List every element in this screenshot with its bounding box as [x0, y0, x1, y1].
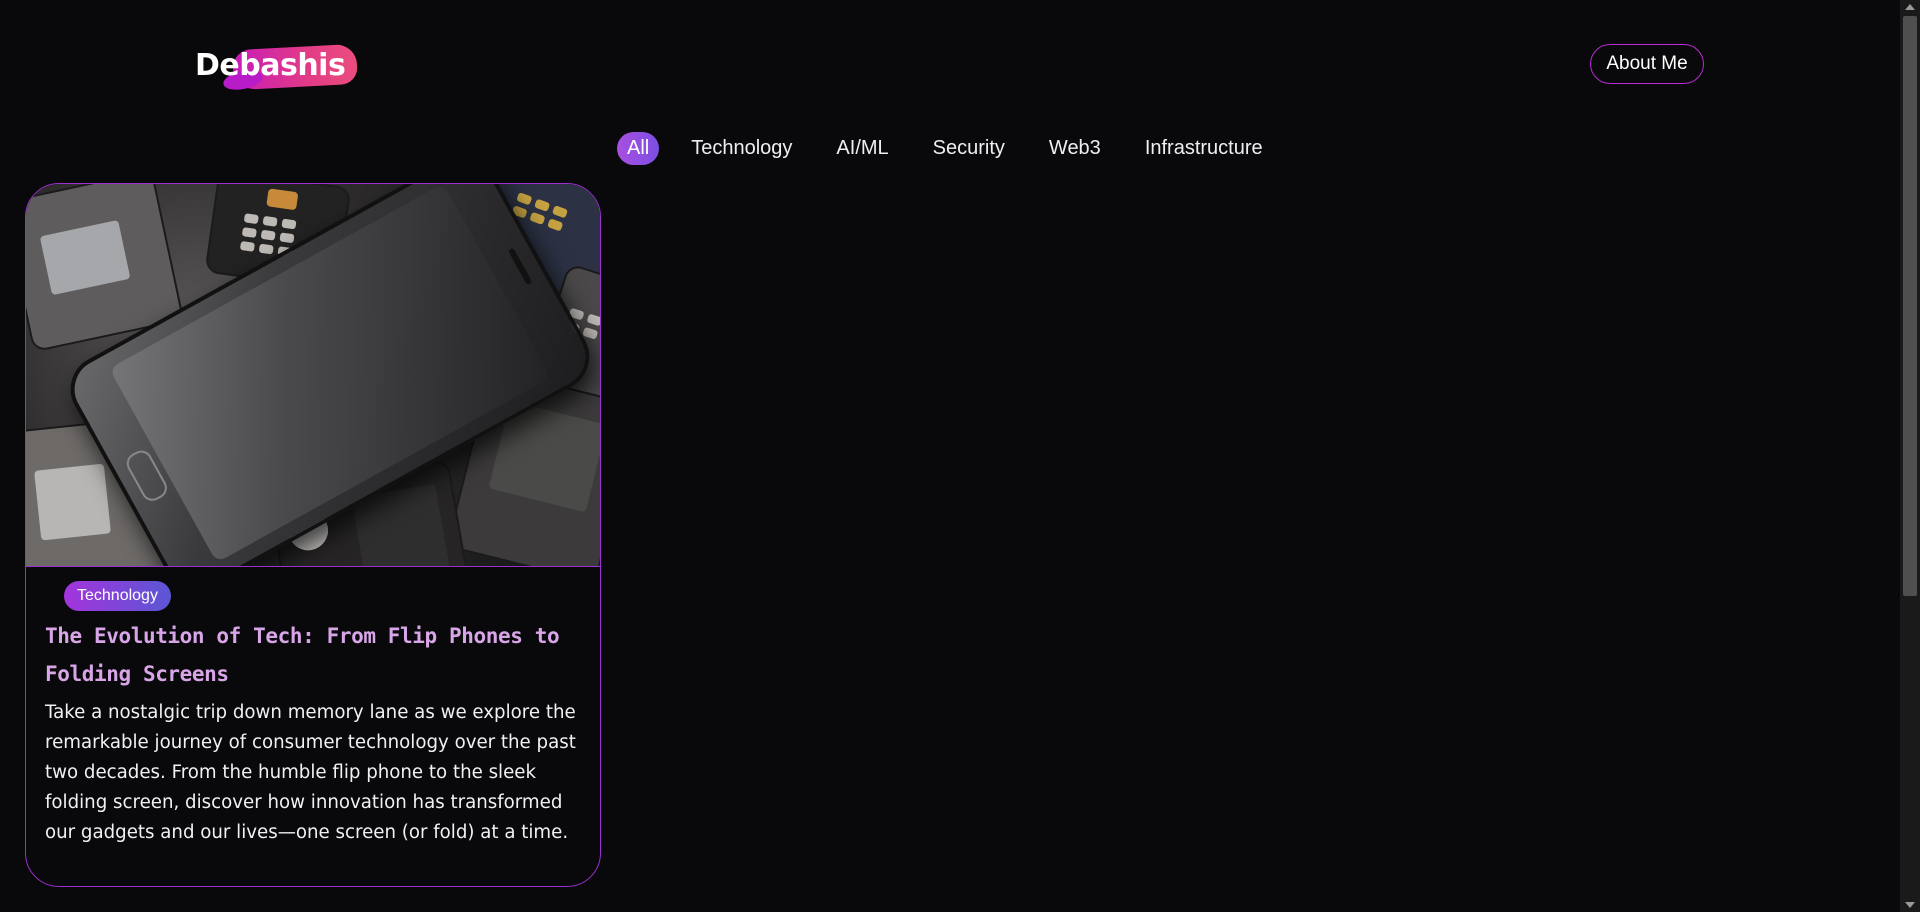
filter-web3[interactable]: Web3 — [1039, 132, 1111, 165]
about-me-button[interactable]: About Me — [1590, 44, 1704, 84]
site-logo[interactable]: Debashis — [193, 43, 358, 93]
post-category-tag[interactable]: Technology — [64, 581, 171, 611]
post-image-old-phones[interactable] — [26, 184, 600, 567]
post-title[interactable]: The Evolution of Tech: From Flip Phones … — [45, 617, 575, 693]
filter-all[interactable]: All — [617, 131, 660, 165]
logo-text: Debashis — [195, 48, 346, 83]
post-description: Take a nostalgic trip down memory lane a… — [45, 702, 576, 843]
scrollbar-thumb[interactable] — [1903, 16, 1917, 596]
filter-ai-ml[interactable]: AI/ML — [826, 132, 898, 165]
filter-technology[interactable]: Technology — [681, 132, 802, 165]
post-card[interactable]: Technology The Evolution of Tech: From F… — [25, 183, 601, 887]
scroll-down-arrow-icon[interactable] — [1905, 902, 1915, 908]
category-filter-bar: All Technology AI/ML Security Web3 Infra… — [617, 131, 1297, 165]
scroll-up-arrow-icon[interactable] — [1905, 4, 1915, 10]
page-scrollbar[interactable] — [1900, 0, 1920, 912]
filter-infrastructure[interactable]: Infrastructure — [1135, 132, 1273, 165]
filter-security[interactable]: Security — [923, 132, 1015, 165]
